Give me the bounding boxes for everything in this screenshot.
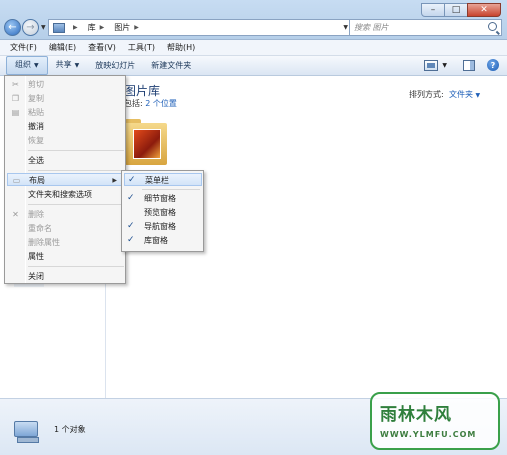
menu-item-paste[interactable]: ▤ 粘贴 [5, 106, 125, 119]
search-input[interactable]: 搜索 图片 [349, 19, 502, 36]
forward-button[interactable]: → [22, 19, 39, 36]
maximize-button[interactable]: □ [444, 3, 468, 17]
title-bar: – □ ✕ ← → ▼ ▶ 库▶ 图片▶ ▼ ↻ 搜索 图片 [0, 0, 507, 40]
slideshow-button[interactable]: 放映幻灯片 [87, 56, 143, 76]
menu-edit[interactable]: 编辑(E) [43, 40, 82, 56]
menu-item-cut[interactable]: ✂ 剪切 [5, 78, 125, 91]
menu-item-select-all[interactable]: 全选 [5, 154, 125, 167]
arrange-by-dropdown[interactable]: 文件夹 ▼ [449, 89, 480, 100]
address-bar[interactable]: ▶ 库▶ 图片▶ ▼ ↻ [48, 19, 371, 36]
menu-item-copy[interactable]: ❐ 复制 [5, 92, 125, 105]
computer-icon [14, 421, 39, 443]
menu-help[interactable]: 帮助(H) [161, 40, 201, 56]
menu-separator [28, 204, 124, 205]
layout-submenu: ✓ 菜单栏 ✓ 细节窗格 预览窗格 ✓ 导航窗格 ✓ 库窗格 [121, 170, 204, 252]
breadcrumb-pictures[interactable]: 图片 ▶ [114, 22, 143, 33]
breadcrumb-library[interactable]: 库 ▶ [88, 22, 109, 33]
view-dropdown-icon[interactable]: ▼ [442, 62, 447, 69]
change-view-icon[interactable] [424, 59, 439, 71]
menu-item-redo[interactable]: 恢复 [5, 134, 125, 147]
submenu-item-preview-pane[interactable]: 预览窗格 [124, 206, 202, 219]
close-button[interactable]: ✕ [467, 3, 501, 17]
submenu-item-library-pane[interactable]: ✓ 库窗格 [124, 234, 202, 247]
menu-separator [142, 189, 200, 190]
paste-icon: ▤ [11, 108, 20, 117]
item-count: 1 个对象 [54, 425, 86, 434]
library-includes: 包括: 2 个位置 [124, 99, 177, 108]
photo-preview [133, 129, 161, 159]
submenu-item-menu-bar[interactable]: ✓ 菜单栏 [124, 173, 202, 186]
chevron-down-icon: ▼ [475, 92, 481, 99]
command-bar: 组织 ▼ 共享 ▼ 放映幻灯片 新建文件夹 ▼ ? [0, 56, 507, 76]
minimize-button[interactable]: – [421, 3, 445, 17]
chevron-down-icon: ▼ [34, 62, 39, 69]
menu-item-undo[interactable]: 撤消 [5, 120, 125, 133]
menu-item-rename[interactable]: 重命名 [5, 222, 125, 235]
checkmark-icon: ✓ [127, 193, 135, 203]
copy-icon: ❐ [11, 94, 20, 103]
preview-pane-icon[interactable] [463, 59, 475, 71]
checkmark-icon: ✓ [128, 175, 136, 185]
window-controls: – □ ✕ [421, 3, 501, 17]
back-button[interactable]: ← [4, 19, 21, 36]
menu-item-remove-properties[interactable]: 删除属性 [5, 236, 125, 249]
menu-file[interactable]: 文件(F) [4, 40, 43, 56]
arrange-by-label: 排列方式: [409, 90, 444, 99]
submenu-item-details-pane[interactable]: ✓ 细节窗格 [124, 192, 202, 205]
view-controls: ▼ ? [424, 59, 499, 71]
address-dropdown-icon[interactable]: ▼ [343, 24, 348, 31]
search-icon[interactable] [488, 22, 497, 31]
menu-separator [28, 266, 124, 267]
menu-item-layout[interactable]: ▭ 布局 ▶ [7, 173, 124, 186]
menu-separator [28, 150, 124, 151]
watermark-url: WWW.YLMFU.COM [380, 430, 477, 439]
delete-icon: ✕ [12, 210, 19, 219]
checkmark-icon: ✓ [127, 221, 135, 231]
menu-item-folder-options[interactable]: 文件夹和搜索选项 [5, 188, 125, 201]
menu-item-properties[interactable]: 属性 [5, 250, 125, 263]
organize-menu: ✂ 剪切 ❐ 复制 ▤ 粘贴 撤消 恢复 全选 ▭ 布局 ▶ 文件夹和搜索选项 ✕ 删除 重… [4, 75, 126, 284]
share-button[interactable]: 共享 ▼ [48, 55, 88, 76]
layout-icon: ▭ [12, 176, 21, 185]
watermark-text: 雨林木风 [380, 405, 452, 425]
watermark-logo: 雨林木风 WWW.YLMFU.COM [370, 392, 500, 450]
menu-tools[interactable]: 工具(T) [122, 40, 161, 56]
folder-thumbnail[interactable] [125, 117, 167, 165]
new-folder-button[interactable]: 新建文件夹 [143, 56, 199, 76]
submenu-arrow-icon: ▶ [112, 177, 117, 184]
scissors-icon: ✂ [12, 80, 19, 89]
chevron-down-icon: ▼ [74, 62, 80, 69]
menu-bar: 文件(F) 编辑(E) 查看(V) 工具(T) 帮助(H) [0, 40, 507, 56]
checkmark-icon: ✓ [127, 235, 135, 245]
breadcrumb-sep-root[interactable]: ▶ [69, 24, 82, 31]
menu-view[interactable]: 查看(V) [82, 40, 122, 56]
menu-separator [28, 170, 124, 171]
history-dropdown-icon[interactable]: ▼ [41, 24, 46, 31]
menu-item-close[interactable]: 关闭 [5, 270, 125, 283]
library-icon [53, 22, 65, 33]
help-icon[interactable]: ? [487, 59, 499, 71]
search-placeholder: 搜索 图片 [354, 23, 389, 32]
submenu-item-navigation-pane[interactable]: ✓ 导航窗格 [124, 220, 202, 233]
locations-link[interactable]: 2 个位置 [145, 99, 177, 108]
menu-item-delete[interactable]: ✕ 删除 [5, 208, 125, 221]
library-title: 图片库 [124, 84, 161, 98]
organize-button[interactable]: 组织 ▼ [6, 56, 48, 75]
